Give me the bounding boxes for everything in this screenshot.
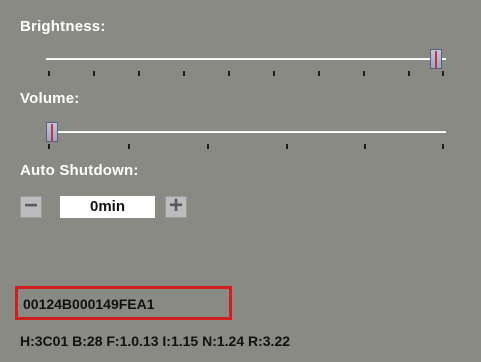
volume-slider-tick — [286, 144, 288, 149]
brightness-slider-tick — [93, 71, 95, 76]
volume-slider-tick — [207, 144, 209, 149]
brightness-slider-tick — [408, 71, 410, 76]
volume-slider-thumb[interactable] — [46, 122, 58, 142]
brightness-slider-track[interactable] — [46, 58, 446, 60]
brightness-slider-tick — [48, 71, 50, 76]
increment-button[interactable]: + — [165, 194, 187, 218]
brightness-slider-tick — [183, 71, 185, 76]
decrement-button[interactable]: − — [20, 194, 42, 218]
serial-highlight-box: 00124B000149FEA1 — [15, 286, 232, 320]
settings-panel: Brightness: Volume: Auto Shutdown: − 0mi… — [0, 0, 481, 362]
auto-shutdown-stepper: − 0min + — [20, 194, 190, 218]
volume-label: Volume: — [20, 90, 80, 107]
brightness-label: Brightness: — [20, 18, 106, 35]
volume-slider-track[interactable] — [46, 131, 446, 133]
brightness-slider-tick — [228, 71, 230, 76]
brightness-slider-tick — [273, 71, 275, 76]
brightness-slider-thumb[interactable] — [430, 49, 442, 69]
device-serial: 00124B000149FEA1 — [23, 296, 155, 312]
thumb-mark — [51, 124, 53, 141]
firmware-info: H:3C01 B:28 F:1.0.13 I:1.15 N:1.24 R:3.2… — [20, 333, 291, 349]
brightness-slider-tick — [318, 71, 320, 76]
brightness-slider[interactable] — [46, 49, 446, 77]
brightness-slider-tick — [442, 71, 444, 76]
volume-slider-tick — [48, 144, 50, 149]
volume-slider-tick — [128, 144, 130, 149]
auto-shutdown-label: Auto Shutdown: — [20, 162, 139, 179]
volume-slider[interactable] — [46, 122, 446, 150]
auto-shutdown-value: 0min — [60, 196, 155, 218]
volume-slider-tick — [364, 144, 366, 149]
thumb-mark — [435, 51, 437, 68]
volume-slider-tick — [442, 144, 444, 149]
brightness-slider-tick — [363, 71, 365, 76]
brightness-slider-tick — [138, 71, 140, 76]
